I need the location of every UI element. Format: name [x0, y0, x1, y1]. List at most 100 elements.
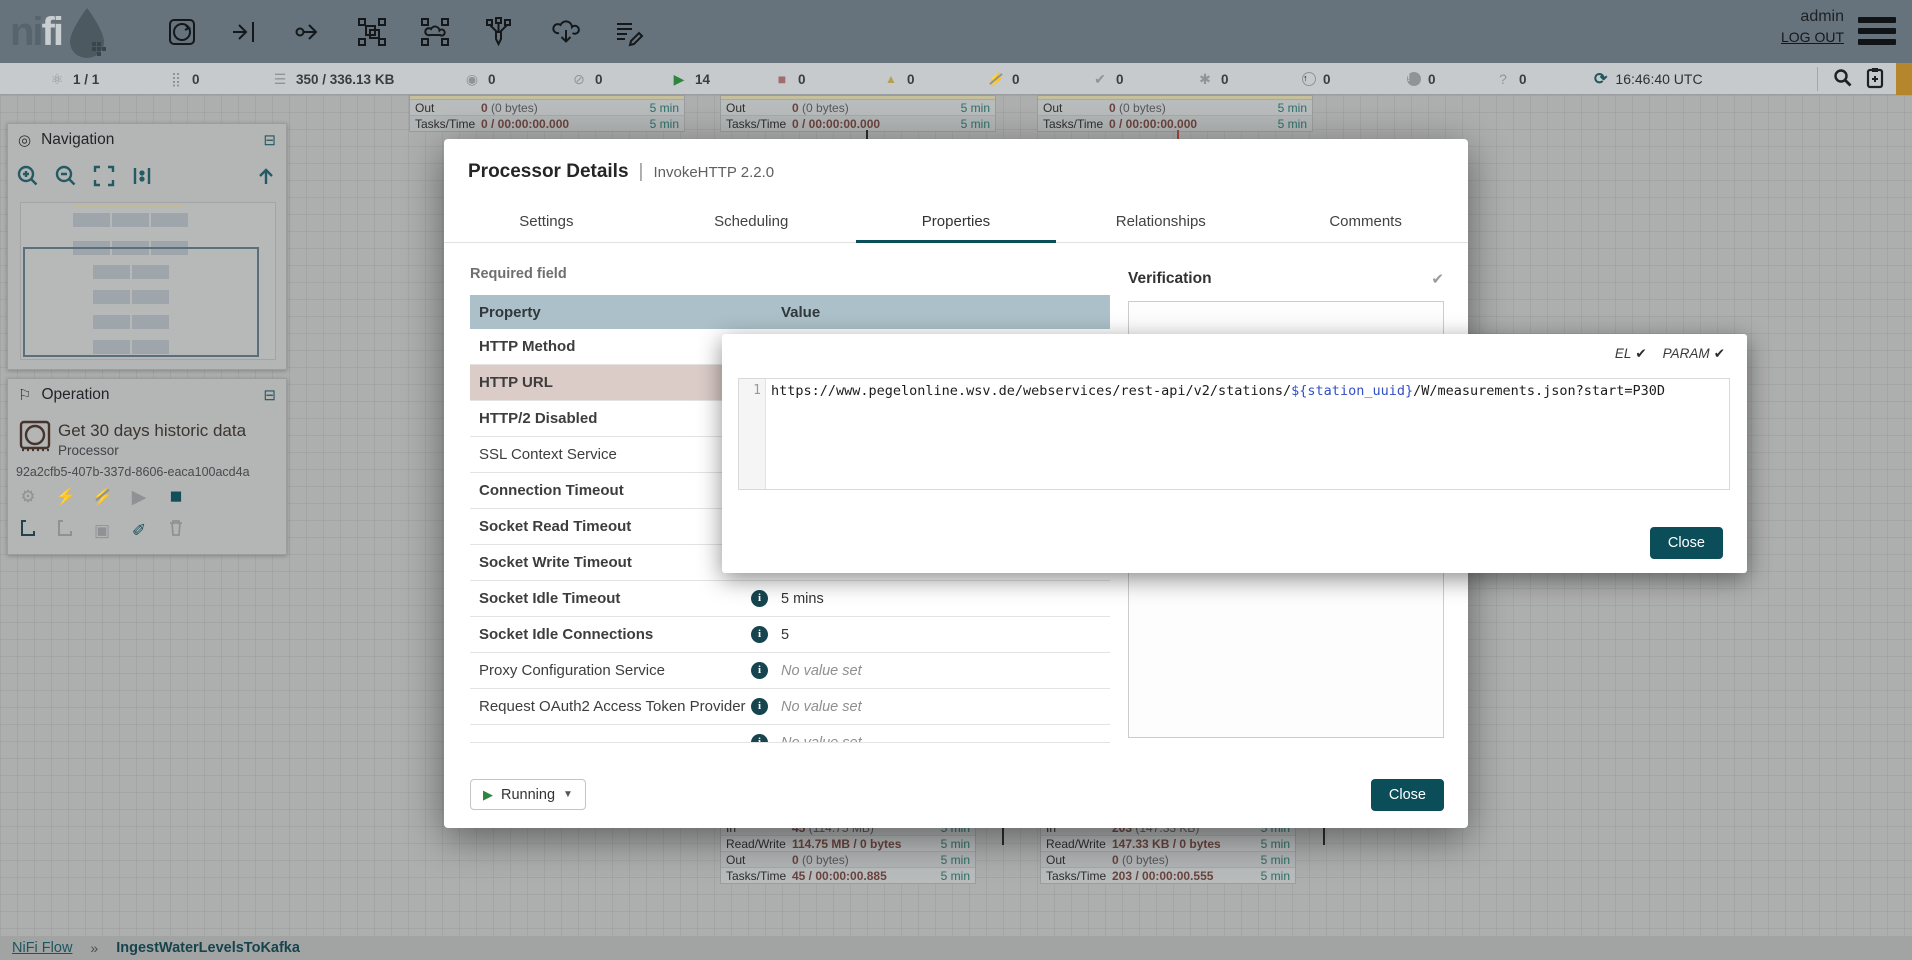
info-icon[interactable]: i [751, 662, 768, 679]
stat-stale: ↑0 [1302, 63, 1331, 95]
copy-button[interactable] [18, 519, 38, 542]
delete-button[interactable] [166, 519, 186, 542]
birdseye-minimap[interactable] [20, 202, 276, 360]
tab-settings[interactable]: Settings [444, 205, 649, 242]
funnel-palette-button[interactable] [482, 16, 516, 50]
verification-header: Verification ✔ [1128, 270, 1444, 288]
navigate-up-button[interactable] [252, 164, 280, 190]
editor-close-button[interactable]: Close [1650, 527, 1723, 559]
search-button[interactable] [1830, 67, 1856, 91]
required-field-label: Required field [470, 266, 567, 282]
stat-row-tasks: Tasks/Time45 / 00:00:00.8855 min [721, 867, 975, 883]
input-port-icon [229, 16, 261, 48]
tab-relationships[interactable]: Relationships [1058, 205, 1263, 242]
paste-button[interactable] [55, 519, 75, 542]
tab-properties[interactable]: Properties [854, 205, 1059, 242]
stop-button[interactable]: ■ [166, 485, 186, 509]
stat-up-to-date: ✔0 [1091, 63, 1124, 95]
processor-type-version: InvokeHTTP 2.2.0 [653, 164, 774, 181]
remote-process-group-palette-button[interactable] [418, 16, 452, 50]
dialog-tabs: Settings Scheduling Properties Relations… [444, 205, 1468, 243]
question-icon: ? [1494, 71, 1512, 87]
logo-text-fi: fi [42, 10, 62, 55]
property-row: Proxy Configuration ServiceiNo value set [470, 653, 1110, 689]
zoom-out-button[interactable] [52, 164, 80, 190]
stat-row-tasks: Tasks/Time0 / 00:00:00.0005 min [721, 115, 995, 131]
process-group-icon [356, 16, 388, 48]
info-icon[interactable]: i [751, 734, 768, 743]
breadcrumb-root-link[interactable]: NiFi Flow [12, 940, 72, 956]
property-row: Socket Idle Connectionsi5 [470, 617, 1110, 653]
flow-status-indicator[interactable] [1896, 63, 1912, 95]
color-button[interactable]: ✐ [129, 519, 149, 542]
dialog-close-button[interactable]: Close [1371, 779, 1444, 811]
output-port-palette-button[interactable] [291, 16, 325, 50]
logout-link[interactable]: LOG OUT [1781, 29, 1844, 45]
stat-row-tasks: Tasks/Time0 / 00:00:00.0005 min [1038, 115, 1312, 131]
breadcrumb: NiFi Flow » IngestWaterLevelsToKafka [0, 936, 1912, 960]
processor-icon [18, 419, 52, 453]
collapse-operation-button[interactable]: ⊟ [263, 386, 276, 404]
selected-component-name: Get 30 days historic data [58, 421, 246, 441]
info-icon[interactable]: i [751, 698, 768, 715]
transmitting-icon: ◉ [463, 71, 481, 88]
disable-button[interactable]: ⚡ [92, 485, 112, 509]
collapse-navigation-button[interactable]: ⊟ [263, 131, 276, 149]
run-state-label: Running [501, 787, 555, 803]
process-group-palette-button[interactable] [355, 16, 389, 50]
stat-row-tasks: Tasks/Time0 / 00:00:00.0005 min [410, 115, 684, 131]
value-code-editor[interactable]: 1 https://www.pegelonline.wsv.de/webserv… [738, 378, 1730, 490]
enable-button[interactable]: ⚡ [55, 485, 75, 509]
column-value: Value [781, 304, 1110, 321]
operation-panel: ⚐ Operation ⊟ Get 30 days historic data … [7, 378, 287, 555]
stat-stopped: ■0 [773, 63, 806, 95]
info-icon[interactable]: i [751, 590, 768, 607]
property-row: Request OAuth2 Access Token ProvideriNo … [470, 689, 1110, 725]
stat-row-out: Out0 (0 bytes)5 min [721, 99, 995, 115]
stat-sync-failure: ?0 [1494, 63, 1527, 95]
navigation-panel: ◎ Navigation ⊟ [7, 123, 287, 370]
app-header: nifi [0, 0, 1912, 63]
processor-stats-table: Out0 (0 bytes)5 min Tasks/Time0 / 00:00:… [720, 95, 996, 132]
stat-queued: ☰350 / 336.13 KB [271, 63, 394, 95]
column-property: Property [479, 304, 751, 321]
zoom-actual-size-button[interactable] [128, 164, 156, 190]
stat-locally-modified-stale: !0 [1407, 63, 1436, 95]
stat-invalid: ▲0 [882, 63, 915, 95]
processor-palette-button[interactable] [165, 16, 199, 50]
stat-row-out: Out0 (0 bytes)5 min [1038, 99, 1312, 115]
refresh-icon[interactable]: ⟳ [1594, 69, 1607, 89]
last-refreshed: ⟳ 16:46:40 UTC [1594, 63, 1703, 95]
minimap-viewport[interactable] [23, 247, 259, 357]
group-button[interactable]: ▣ [92, 519, 112, 542]
http-url-value[interactable]: https://www.pegelonline.wsv.de/webservic… [766, 379, 1729, 489]
import-from-registry-palette-button[interactable] [549, 16, 583, 50]
check-icon: ✔ [1714, 346, 1725, 361]
stat-row-out: Out0 (0 bytes)5 min [1041, 851, 1295, 867]
threads-icon: ⣿ [167, 71, 185, 88]
tab-comments[interactable]: Comments [1263, 205, 1468, 242]
configure-button[interactable]: ⚙ [18, 485, 38, 509]
zoom-in-button[interactable] [14, 164, 42, 190]
nifi-logo: nifi [10, 6, 112, 58]
disabled-icon: ⚡ [987, 71, 1005, 88]
nifi-application: nifi [0, 0, 1912, 960]
label-palette-button[interactable] [612, 16, 646, 50]
verification-check-icon[interactable]: ✔ [1431, 270, 1444, 288]
zoom-fit-button[interactable] [90, 164, 118, 190]
stat-active-threads: ⣿0 [167, 63, 200, 95]
settings-button[interactable] [1862, 67, 1888, 91]
navigation-header: ◎ Navigation ⊟ [8, 124, 286, 156]
run-state-button[interactable]: ▶ Running ▼ [470, 779, 586, 810]
start-button[interactable]: ▶ [129, 485, 149, 509]
tab-scheduling[interactable]: Scheduling [649, 205, 854, 242]
dialog-title: Processor Details|InvokeHTTP 2.2.0 [468, 161, 774, 183]
line-number-gutter: 1 [739, 379, 766, 489]
navigation-title: Navigation [41, 131, 253, 149]
global-menu-button[interactable] [1858, 17, 1898, 47]
info-icon[interactable]: i [751, 626, 768, 643]
input-port-palette-button[interactable] [228, 16, 262, 50]
status-bar: ⚛1 / 1 ⣿0 ☰350 / 336.13 KB ◉0 ⊘0 ▶14 ■0 … [0, 63, 1912, 95]
warning-icon: ▲ [882, 72, 900, 86]
stopped-icon: ■ [773, 71, 791, 87]
